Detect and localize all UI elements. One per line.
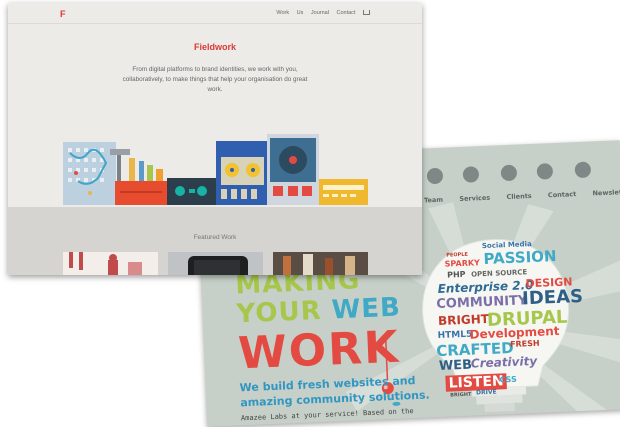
nav-clients[interactable]: Clients: [506, 192, 532, 201]
fieldwork-screenshot: F Work Us Journal Contact Fieldwork From…: [8, 3, 422, 275]
thumb-illustration: [69, 252, 142, 275]
thumb-phone: [188, 256, 248, 275]
word-php: PHP: [446, 269, 466, 280]
nav-team[interactable]: Team: [424, 196, 443, 205]
clients-icon[interactable]: [500, 164, 518, 182]
nav-contact[interactable]: Contact: [548, 190, 577, 199]
word-development: Development: [469, 323, 560, 342]
featured-thumb-1[interactable]: [63, 252, 158, 275]
nav-services[interactable]: Services: [459, 194, 490, 203]
headline-web: WEB: [331, 292, 402, 326]
word-creativity: Creativity: [470, 353, 538, 371]
services-icon[interactable]: [462, 166, 480, 183]
word-fresh: FRESH: [509, 338, 540, 350]
featured-work-section: Featured Work: [8, 207, 422, 275]
thumb-bottles: [283, 254, 355, 275]
word-web: WEB: [438, 357, 473, 375]
machines-illustration: [63, 134, 368, 205]
word-css: CSS: [499, 374, 517, 385]
word-bright: BRIGHT: [437, 311, 490, 329]
nav-newsletter[interactable]: Newsletter: [592, 188, 620, 198]
team-icon[interactable]: [426, 167, 444, 185]
word-bright-small: BRIGHT: [450, 391, 472, 399]
newsletter-icon[interactable]: [574, 161, 592, 179]
featured-thumb-3[interactable]: [273, 252, 368, 275]
featured-work-title: Featured Work: [193, 234, 237, 241]
word-drive: DRIVE: [475, 388, 497, 397]
word-passion: PASSION: [483, 246, 557, 269]
word-sparky: SPARKY: [444, 258, 481, 269]
word-people: PEOPLE: [446, 251, 469, 259]
word-ideas: IDEAS: [521, 285, 584, 310]
contact-icon[interactable]: [536, 163, 554, 180]
word-html5: HTML5: [437, 329, 473, 342]
featured-thumb-2[interactable]: [168, 252, 263, 275]
